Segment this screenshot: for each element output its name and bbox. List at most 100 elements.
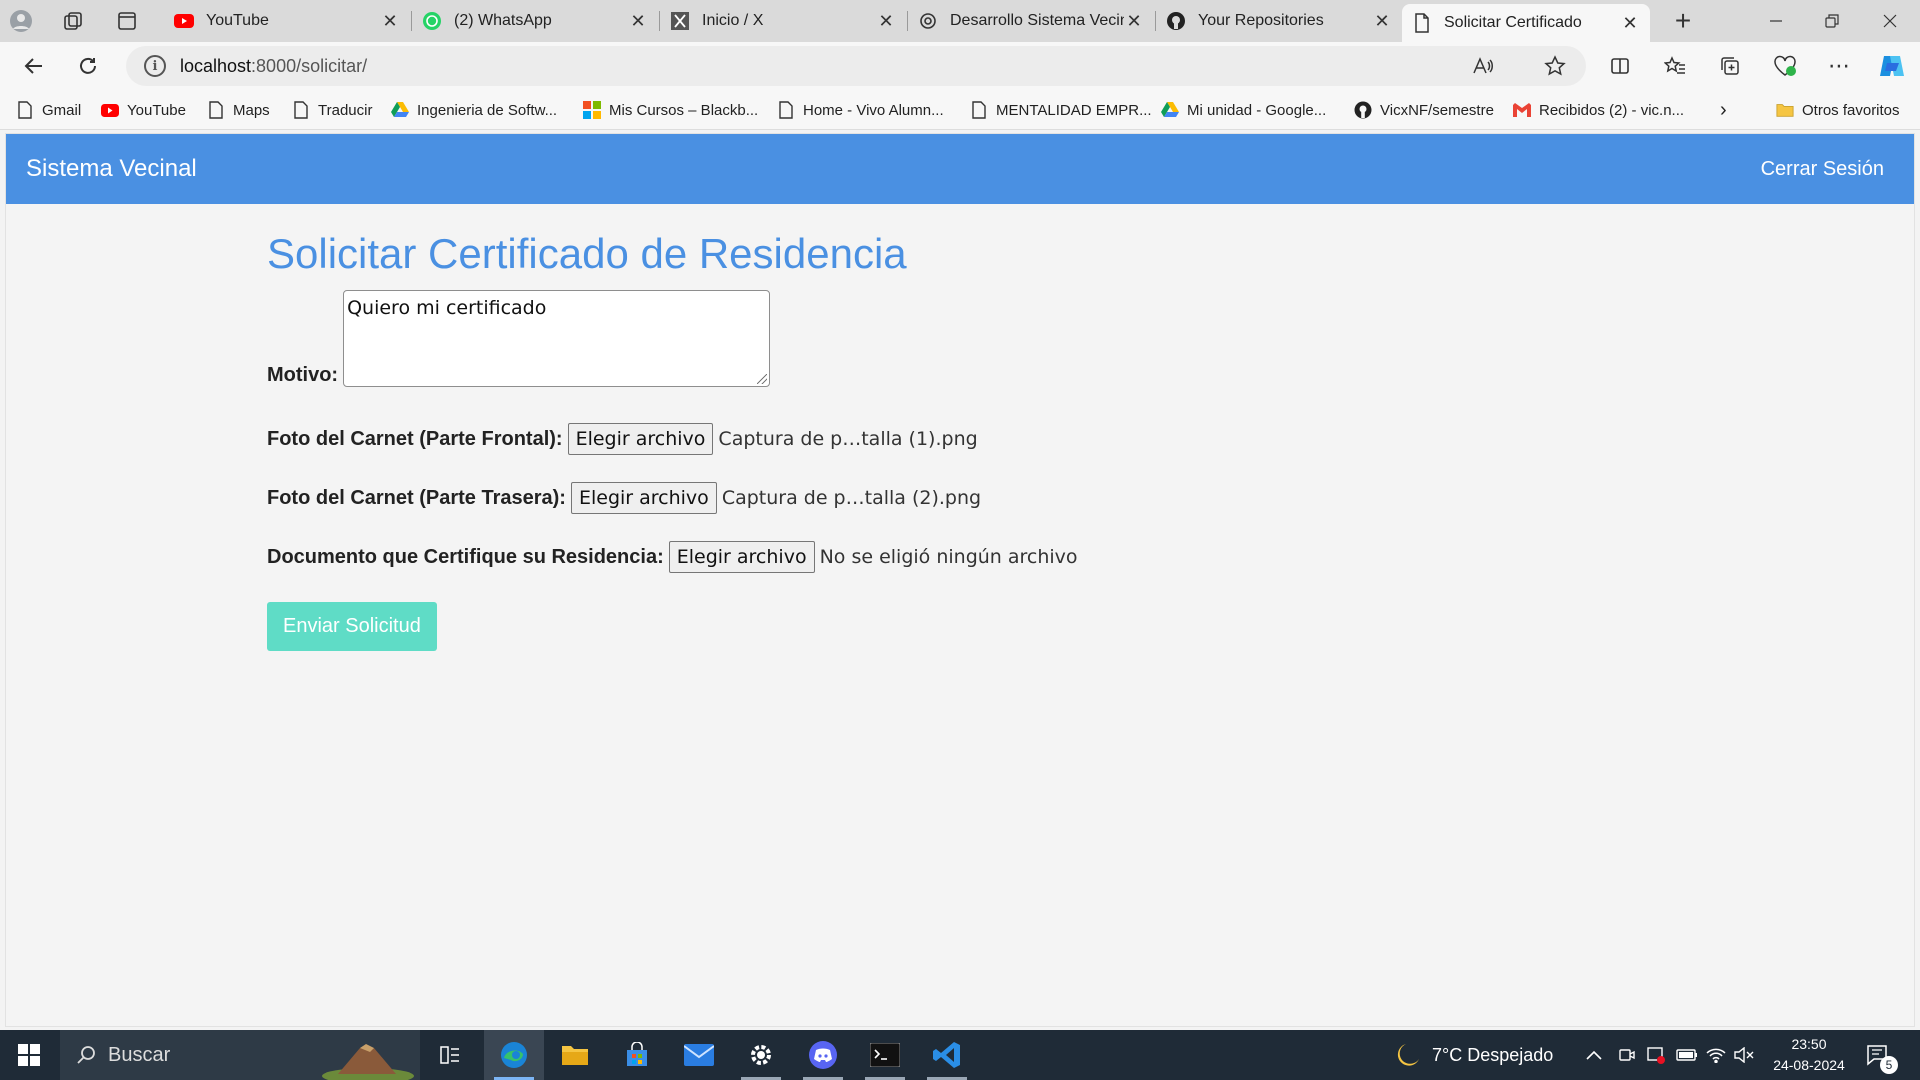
more-options-icon[interactable]: ⋯ <box>1821 48 1857 84</box>
app-brand[interactable]: Sistema Vecinal <box>26 155 197 183</box>
bookmark-vicxnf-semestre[interactable]: VicxNF/semestre <box>1354 90 1494 130</box>
tab-youtube[interactable]: YouTube ✕ <box>164 4 410 38</box>
show-hidden-icons[interactable] <box>1586 1030 1602 1080</box>
page-icon <box>16 101 34 119</box>
bookmark-mi-unidad[interactable]: Mi unidad - Google... <box>1161 90 1326 130</box>
battery-icon[interactable] <box>1676 1030 1698 1080</box>
vscode-icon[interactable] <box>917 1030 977 1080</box>
bookmark-recibidos[interactable]: Recibidos (2) - vic.n... <box>1513 90 1684 130</box>
favorites-icon[interactable] <box>1657 48 1693 84</box>
workspaces-icon[interactable] <box>52 0 94 42</box>
browser-essentials-icon[interactable] <box>1767 48 1803 84</box>
back-photo-filename: Captura de p…talla (2).png <box>721 487 982 509</box>
weather-widget[interactable]: 7°C Despejado <box>1394 1030 1553 1080</box>
bookmark-label: MENTALIDAD EMPR... <box>996 101 1152 119</box>
site-info-icon[interactable]: i <box>144 55 166 77</box>
tab-chatgpt[interactable]: Desarrollo Sistema Vecina ✕ <box>908 4 1154 38</box>
browser-tab-strip: YouTube ✕ (2) WhatsApp ✕ Inicio / X ✕ De… <box>0 0 1920 42</box>
mail-icon[interactable] <box>669 1030 729 1080</box>
logout-link[interactable]: Cerrar Sesión <box>1761 158 1884 181</box>
bookmarks-more-icon[interactable]: › <box>1720 90 1727 130</box>
bookmark-label: Mis Cursos – Blackb... <box>609 101 759 119</box>
discord-icon[interactable] <box>793 1030 853 1080</box>
gmail-icon <box>1513 101 1531 119</box>
other-favorites-label: Otros favoritos <box>1802 101 1900 119</box>
new-tab-button[interactable]: + <box>1662 0 1704 42</box>
address-bar[interactable]: i localhost:8000/solicitar/ <box>126 46 1586 86</box>
clock-date: 24-08-2024 <box>1773 1057 1845 1073</box>
taskbar: Buscar 7°C Despejado 23:50 24-08-2024 5 <box>0 1030 1920 1080</box>
close-tab-icon[interactable]: ✕ <box>380 11 400 32</box>
bookmark-label: Home - Vivo Alumn... <box>803 101 944 119</box>
back-button[interactable] <box>16 48 52 84</box>
edge-taskbar-icon[interactable] <box>484 1030 544 1080</box>
bookmark-label: VicxNF/semestre <box>1380 101 1494 119</box>
collections-icon[interactable] <box>1712 48 1748 84</box>
url-host: localhost <box>180 55 252 76</box>
search-placeholder: Buscar <box>108 1043 171 1066</box>
bookmarks-bar: Gmail YouTube Maps Traducir Ingenieria d… <box>0 90 1920 130</box>
taskbar-clock[interactable]: 23:50 24-08-2024 <box>1764 1034 1854 1076</box>
windows-start-icon[interactable] <box>0 1030 58 1080</box>
motivo-textarea[interactable]: Quiero mi certificado <box>343 290 771 387</box>
microsoft-icon <box>583 101 601 119</box>
page-icon <box>970 101 988 119</box>
read-aloud-icon[interactable] <box>1472 46 1494 86</box>
tab-whatsapp[interactable]: (2) WhatsApp ✕ <box>412 4 658 38</box>
restore-button[interactable] <box>1804 0 1860 42</box>
tab-title: YouTube <box>206 12 269 29</box>
youtube-icon <box>101 101 119 119</box>
settings-gear-icon[interactable] <box>731 1030 791 1080</box>
bookmark-home-vivo[interactable]: Home - Vivo Alumn... <box>777 90 944 130</box>
profile-icon[interactable] <box>0 0 42 42</box>
notification-count-badge: 5 <box>1880 1056 1898 1074</box>
search-highlight-icon <box>316 1036 416 1080</box>
notifications-icon[interactable]: 5 <box>1866 1030 1898 1080</box>
close-tab-icon[interactable]: ✕ <box>1372 11 1392 32</box>
bookmark-label: Traducir <box>318 101 373 119</box>
tab-github[interactable]: Your Repositories ✕ <box>1156 4 1402 38</box>
bookmark-traducir[interactable]: Traducir <box>292 90 372 130</box>
bookmark-mentalidad[interactable]: MENTALIDAD EMPR... <box>970 90 1152 130</box>
tab-title: Solicitar Certificado <box>1444 14 1582 31</box>
vertical-tabs-icon[interactable] <box>106 0 148 42</box>
reload-button[interactable] <box>70 48 106 84</box>
search-icon <box>76 1045 96 1065</box>
copilot-icon[interactable] <box>1874 48 1910 84</box>
bookmark-youtube[interactable]: YouTube <box>101 90 186 130</box>
close-tab-icon[interactable]: ✕ <box>1620 13 1640 34</box>
close-window-button[interactable] <box>1862 0 1918 42</box>
bookmark-maps[interactable]: Maps <box>207 90 270 130</box>
microsoft-store-icon[interactable] <box>607 1030 667 1080</box>
defender-icon[interactable] <box>1646 1030 1666 1080</box>
bookmark-mis-cursos[interactable]: Mis Cursos – Blackb... <box>583 90 758 130</box>
task-view-icon[interactable] <box>420 1030 480 1080</box>
bookmark-ingenieria[interactable]: Ingenieria de Softw... <box>391 90 557 130</box>
clock-time: 23:50 <box>1791 1036 1827 1052</box>
page-title: Solicitar Certificado de Residencia <box>267 230 907 277</box>
other-favorites-folder[interactable]: Otros favoritos <box>1776 90 1900 130</box>
front-photo-choose-button[interactable]: Elegir archivo <box>567 423 714 455</box>
taskbar-search-box[interactable]: Buscar <box>60 1030 420 1080</box>
resize-grip-icon[interactable] <box>757 374 768 384</box>
favorite-star-icon[interactable] <box>1544 46 1566 86</box>
tab-x[interactable]: Inicio / X ✕ <box>660 4 906 38</box>
minimize-button[interactable] <box>1748 0 1804 42</box>
file-explorer-icon[interactable] <box>545 1030 605 1080</box>
terminal-icon[interactable] <box>855 1030 915 1080</box>
submit-request-button[interactable]: Enviar Solicitud <box>267 602 437 651</box>
front-photo-row: Foto del Carnet (Parte Frontal): Elegir … <box>267 423 1367 455</box>
wifi-icon[interactable] <box>1706 1030 1726 1080</box>
tab-solicitar-certificado[interactable]: Solicitar Certificado ✕ <box>1402 4 1650 42</box>
back-photo-choose-button[interactable]: Elegir archivo <box>570 482 717 514</box>
close-tab-icon[interactable]: ✕ <box>1124 11 1144 32</box>
meet-now-icon[interactable] <box>1618 1030 1636 1080</box>
close-tab-icon[interactable]: ✕ <box>876 11 896 32</box>
volume-muted-icon[interactable] <box>1734 1030 1754 1080</box>
bookmark-gmail[interactable]: Gmail <box>16 90 81 130</box>
tab-title: Inicio / X <box>702 12 764 29</box>
close-tab-icon[interactable]: ✕ <box>628 11 648 32</box>
tab-title: Your Repositories <box>1198 12 1324 29</box>
residence-doc-choose-button[interactable]: Elegir archivo <box>668 541 815 573</box>
split-screen-icon[interactable] <box>1602 48 1638 84</box>
